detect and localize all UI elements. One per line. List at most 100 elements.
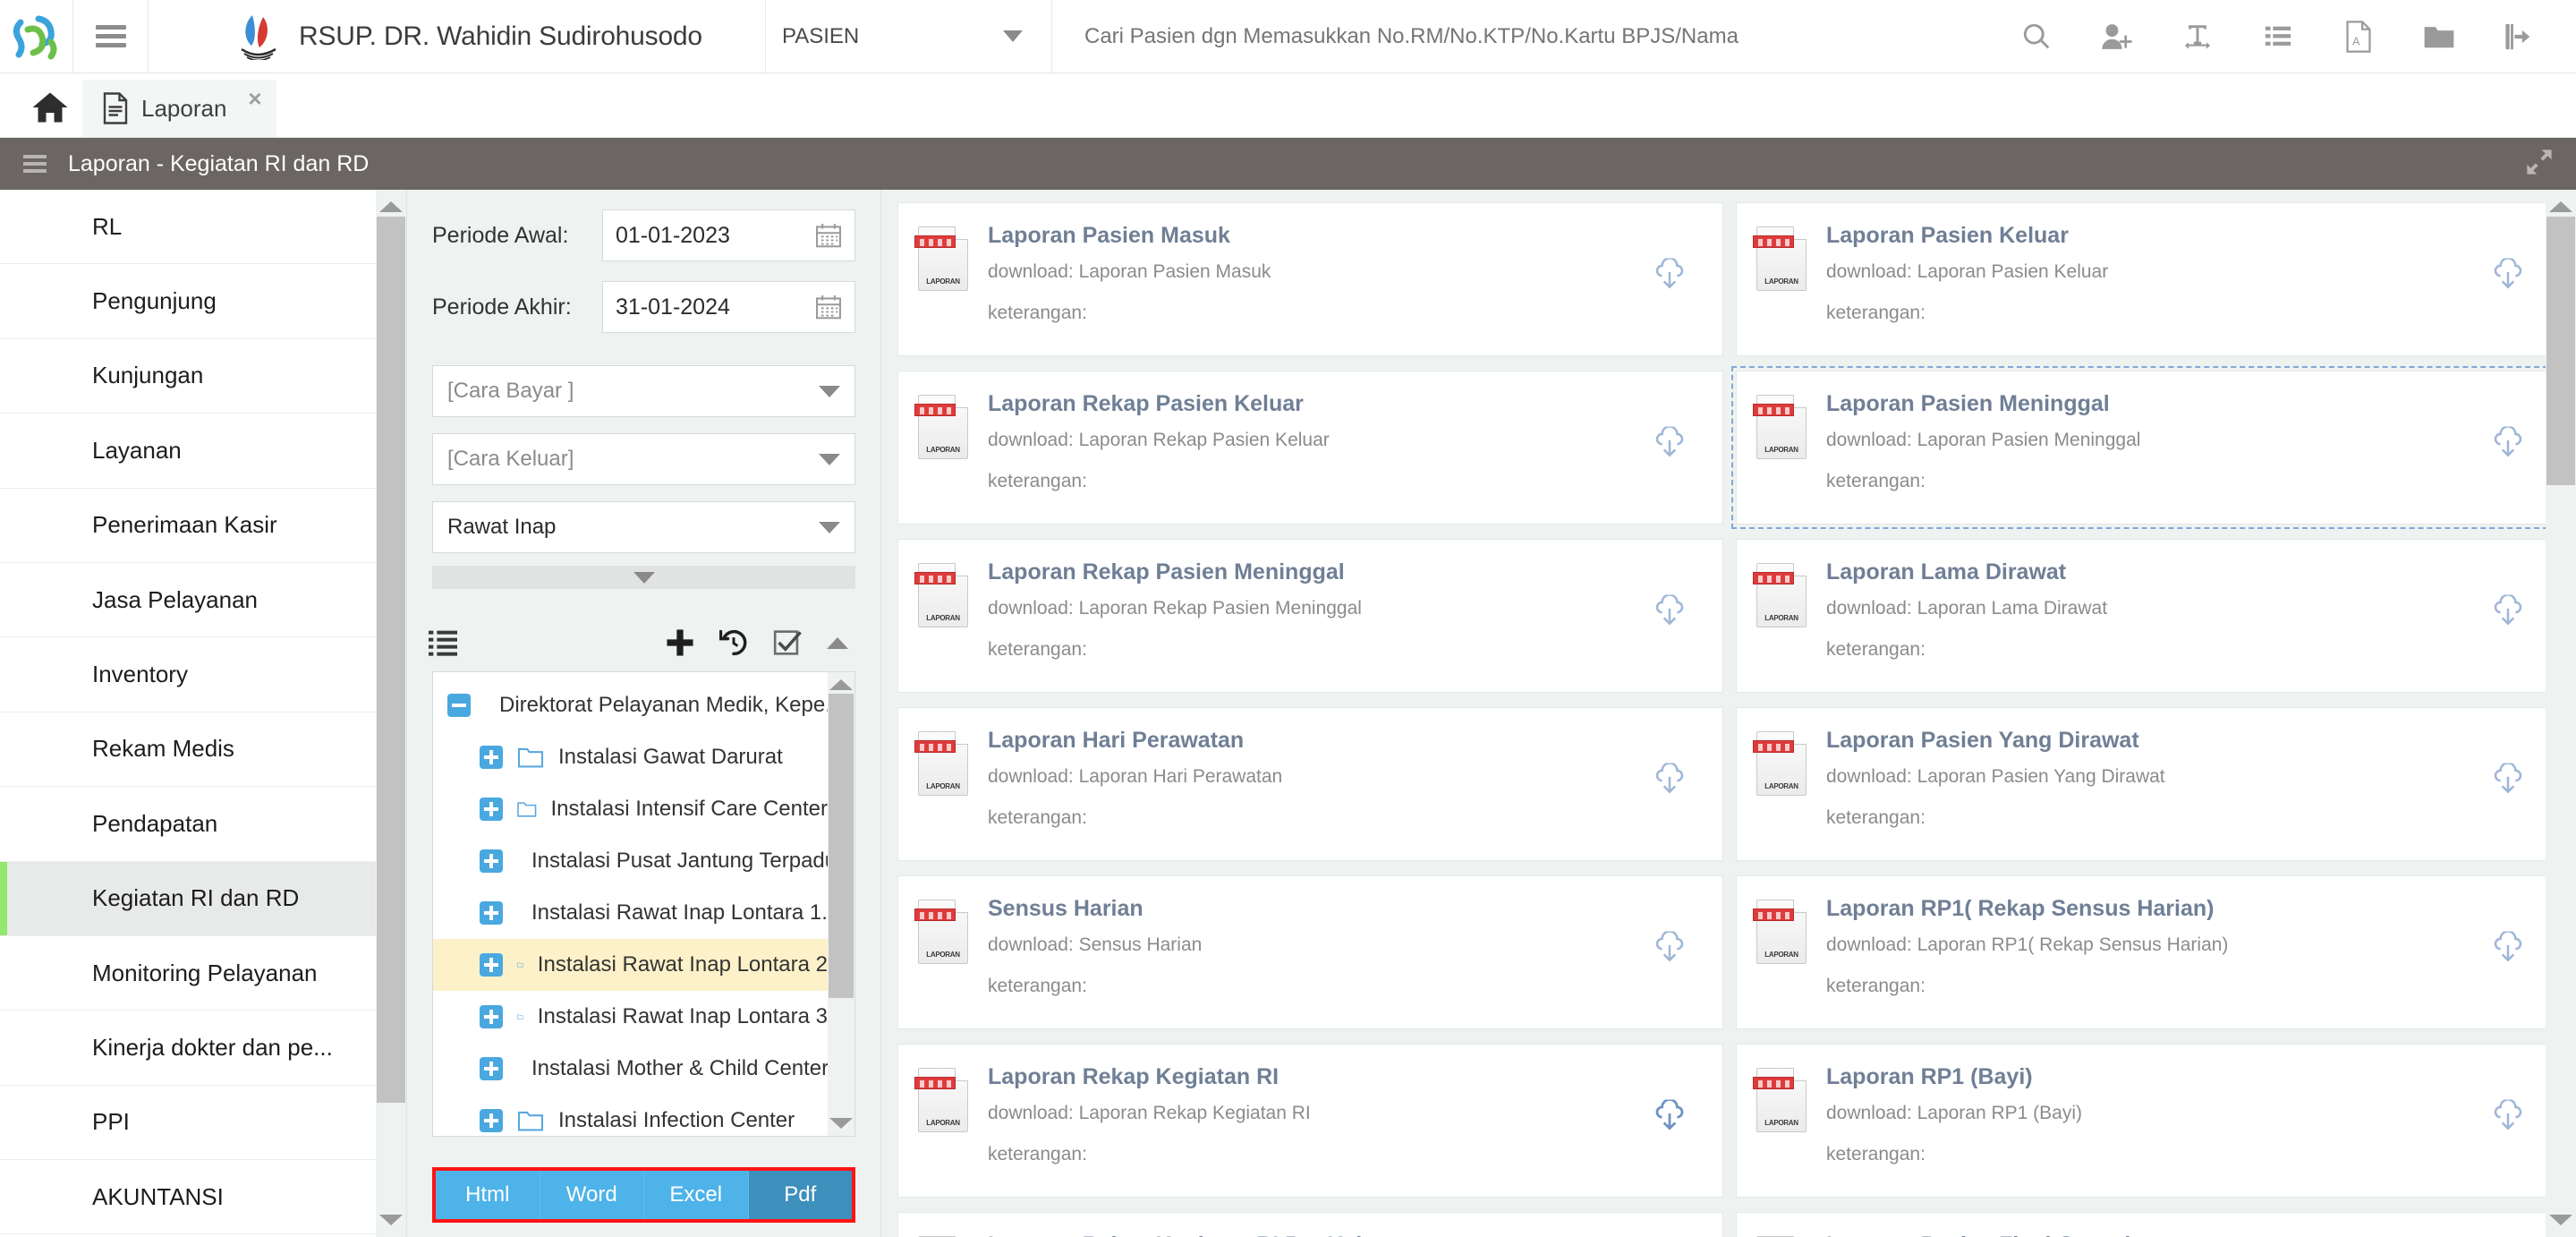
sidebar-item-rl[interactable]: RL [0,190,406,265]
search-input[interactable] [1084,23,1906,49]
tree-node-lontara2[interactable]: Instalasi Rawat Inap Lontara 2 [433,939,828,991]
sidebar-item-kunjungan[interactable]: Kunjungan [0,339,406,414]
sidebar-item-penerimaan-kasir[interactable]: Penerimaan Kasir [0,489,406,563]
report-card[interactable]: LAPORAN Laporan Rekap Pasien Meninggal d… [897,539,1723,693]
check-square-icon[interactable] [773,628,802,657]
export-html-button[interactable]: Html [436,1171,540,1219]
history-undo-icon[interactable] [719,628,748,657]
cloud-download-icon[interactable] [1651,930,1688,974]
filter-collapse-button[interactable] [432,566,855,589]
tree-list-icon[interactable] [429,629,457,656]
add-user-icon[interactable] [2077,0,2157,73]
cloud-download-icon[interactable] [2489,257,2527,301]
tree-node-igd[interactable]: Instalasi Gawat Darurat [433,731,828,783]
logout-icon[interactable] [2479,0,2560,73]
expand-node-icon[interactable] [480,1057,503,1080]
scroll-down-icon[interactable] [379,1215,403,1225]
tree-node-infection-center[interactable]: Instalasi Infection Center [433,1095,828,1136]
hamburger-icon[interactable] [23,151,47,176]
report-card[interactable]: LAPORAN Laporan RP1( Rekap Sensus Harian… [1736,875,2562,1029]
scrollbar-thumb[interactable] [829,694,854,998]
expand-node-icon[interactable] [480,901,503,925]
report-card[interactable]: LAPORAN Laporan Hari Perawatan download:… [897,707,1723,861]
sidebar-item-monitoring-pelayanan[interactable]: Monitoring Pelayanan [0,936,406,1011]
sidebar-scrollbar[interactable] [376,190,406,1237]
sidebar-item-pendapatan[interactable]: Pendapatan [0,787,406,862]
cloud-download-icon[interactable] [2489,425,2527,469]
scrollbar-thumb[interactable] [377,217,405,1103]
expand-node-icon[interactable] [480,1005,503,1028]
jenis-layanan-select[interactable]: Rawat Inap [432,501,855,553]
report-card[interactable]: LAPORAN Laporan Pasien Keluar download: … [1736,202,2562,356]
report-list-scrollbar[interactable] [2546,190,2576,1237]
cloud-download-icon[interactable] [2489,1098,2527,1142]
search-icon[interactable] [1996,0,2077,73]
cloud-download-icon[interactable] [2489,930,2527,974]
sidebar-item-kinerja-dokter[interactable]: Kinerja dokter dan pe... [0,1011,406,1086]
calendar-icon[interactable] [815,294,842,320]
scroll-up-icon[interactable] [379,201,403,212]
sidebar-item-rekam-medis[interactable]: Rekam Medis [0,712,406,788]
cloud-download-icon[interactable] [1651,762,1688,806]
scroll-down-icon[interactable] [2549,1215,2572,1225]
cloud-download-icon[interactable] [1651,1098,1688,1142]
pdf-file-icon[interactable]: A [2318,0,2399,73]
report-card[interactable]: LAPORAN Sensus Harian download: Sensus H… [897,875,1723,1029]
scroll-up-icon[interactable] [2549,201,2572,212]
report-card[interactable]: LAPORAN Laporan Pasien Masuk download: L… [897,202,1723,356]
cara-keluar-select[interactable]: [Cara Keluar] [432,433,855,485]
export-pdf-button[interactable]: Pdf [748,1171,852,1219]
scrollbar-thumb[interactable] [2546,217,2575,485]
periode-awal-input[interactable]: 01-01-2023 [602,209,855,261]
export-excel-button[interactable]: Excel [644,1171,749,1219]
sidebar-item-pengunjung[interactable]: Pengunjung [0,264,406,339]
menu-toggle-button[interactable] [73,0,149,73]
entity-selector[interactable]: PASIEN [766,0,1052,73]
report-card[interactable]: LAPORAN Laporan Pasien Yang Dirawat down… [1736,707,2562,861]
sidebar-item-jasa-pelayanan[interactable]: Jasa Pelayanan [0,563,406,638]
text-width-icon[interactable] [2157,0,2238,73]
tree-scrollbar[interactable] [828,672,854,1136]
periode-akhir-input[interactable]: 31-01-2024 [602,281,855,333]
expand-node-icon[interactable] [480,849,503,873]
scroll-down-icon[interactable] [829,1118,853,1129]
report-card[interactable]: LAPORAN Laporan Rekap Kegiatan RI downlo… [897,1044,1723,1198]
chevron-up-icon[interactable] [827,636,848,649]
app-logo[interactable] [0,0,73,73]
cloud-download-icon[interactable] [2489,762,2527,806]
sidebar-item-akuntansi[interactable]: AKUNTANSI [0,1160,406,1235]
calendar-icon[interactable] [815,222,842,249]
expand-node-icon[interactable] [480,953,503,977]
expand-node-icon[interactable] [480,746,503,769]
cloud-download-icon[interactable] [1651,593,1688,637]
sidebar-item-layanan[interactable]: Layanan [0,414,406,489]
export-word-button[interactable]: Word [540,1171,644,1219]
sidebar-item-inventory[interactable]: Inventory [0,637,406,712]
plus-icon[interactable] [666,628,694,657]
close-icon[interactable]: × [248,85,261,113]
cara-bayar-select[interactable]: [Cara Bayar ] [432,365,855,417]
expand-node-icon[interactable] [480,1109,503,1132]
folder-icon[interactable] [2399,0,2479,73]
tree-node-pjt[interactable]: Instalasi Pusat Jantung Terpadu [433,835,828,887]
scroll-up-icon[interactable] [829,679,853,690]
sidebar-item-kegiatan-ri-dan-rd[interactable]: Kegiatan RI dan RD [0,861,406,936]
expand-node-icon[interactable] [480,798,503,821]
tree-node-mcc[interactable]: Instalasi Mother & Child Center [433,1043,828,1095]
report-card[interactable]: LAPORAN Laporan Rekap Pasien Keluar down… [897,371,1723,525]
cloud-download-icon[interactable] [1651,425,1688,469]
home-tab-button[interactable] [18,78,82,137]
tree-node-lontara1[interactable]: Instalasi Rawat Inap Lontara 1... [433,887,828,939]
report-card[interactable]: LAPORAN Laporan Pasien Final Grouping do… [1736,1212,2562,1237]
report-card[interactable]: LAPORAN Laporan RP1 (Bayi) download: Lap… [1736,1044,2562,1198]
list-icon[interactable] [2238,0,2318,73]
tree-node-icc[interactable]: Instalasi Intensif Care Center [433,783,828,835]
report-card[interactable]: LAPORAN Laporan Pasien Meninggal downloa… [1731,366,2566,529]
expand-arrows-icon[interactable] [2526,149,2553,180]
cloud-download-icon[interactable] [2489,593,2527,637]
tree-node-root[interactable]: Direktorat Pelayanan Medik, Kepe... [433,679,828,731]
report-card[interactable]: LAPORAN Laporan Lama Dirawat download: L… [1736,539,2562,693]
tree-node-lontara3[interactable]: Instalasi Rawat Inap Lontara 3 [433,991,828,1043]
cloud-download-icon[interactable] [1651,257,1688,301]
sidebar-item-ppi[interactable]: PPI [0,1086,406,1161]
